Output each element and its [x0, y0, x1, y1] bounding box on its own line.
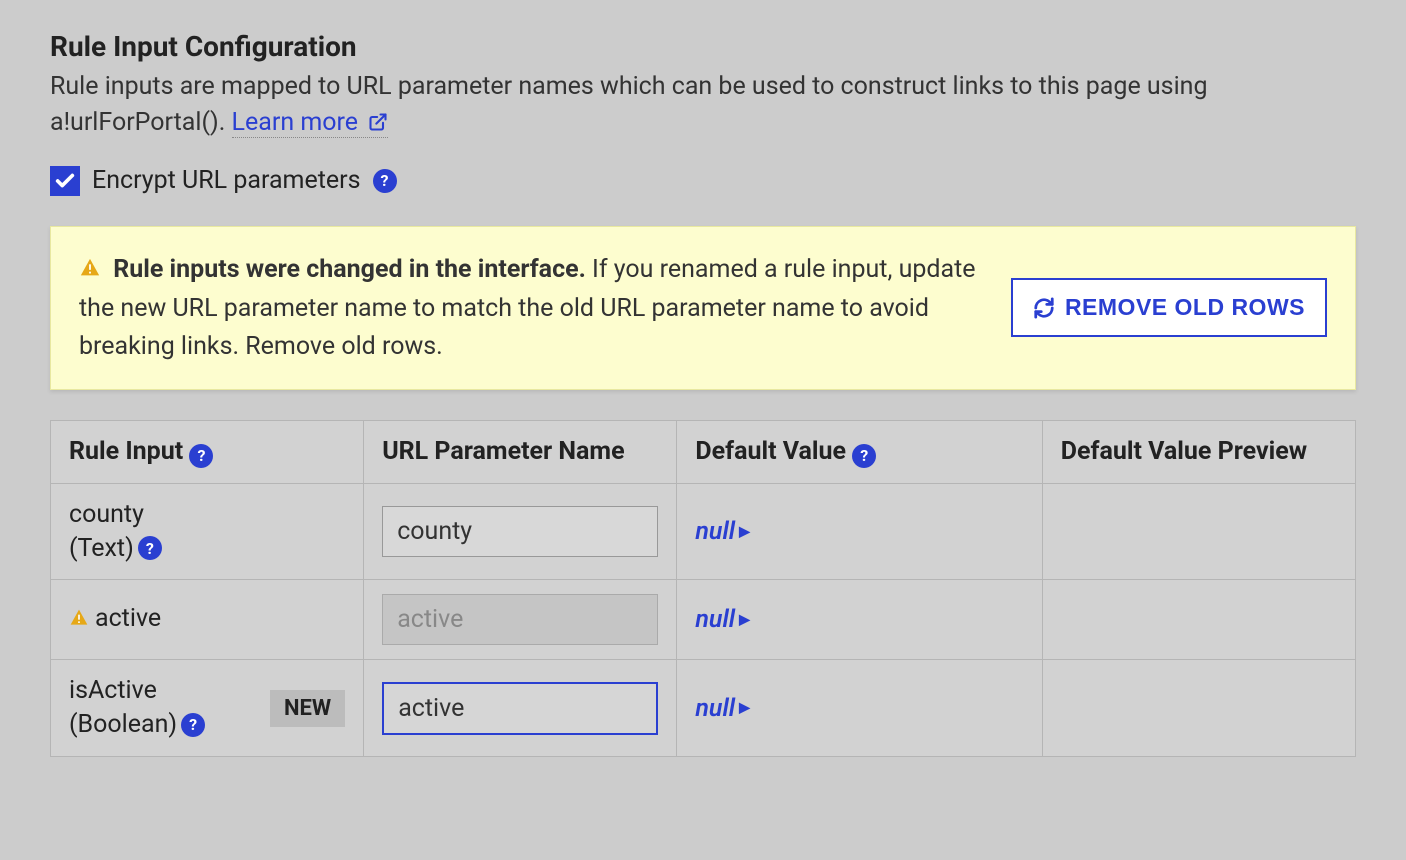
- rule-input-name-text: isActive: [69, 676, 157, 705]
- header-url-param: URL Parameter Name: [364, 421, 677, 484]
- table-row: active null▶: [51, 580, 1356, 660]
- rule-input-main: county (Text)?: [69, 498, 162, 566]
- rule-input-help-icon[interactable]: ?: [189, 444, 213, 468]
- banner-strong: Rule inputs were changed in the interfac…: [113, 255, 586, 284]
- panel-title: Rule Input Configuration: [50, 30, 1356, 63]
- default-value-cell: null▶: [677, 580, 1042, 660]
- encrypt-checkbox-label: Encrypt URL parameters: [92, 166, 361, 195]
- rule-input-help-icon[interactable]: ?: [181, 713, 205, 737]
- external-link-icon: [368, 112, 388, 132]
- rule-input-name: isActive: [69, 674, 205, 708]
- table-row: isActive (Boolean)? NEW null▶: [51, 660, 1356, 757]
- rule-input-main: isActive (Boolean)?: [69, 674, 205, 742]
- header-default-value-label: Default Value: [695, 437, 846, 466]
- url-param-cell: [364, 483, 677, 580]
- rule-input-name-text: county: [69, 500, 144, 529]
- rule-input-name: active: [69, 602, 161, 638]
- default-value-text: null: [695, 605, 735, 634]
- learn-more-link[interactable]: Learn more: [232, 108, 389, 138]
- default-value-help-icon[interactable]: ?: [852, 444, 876, 468]
- learn-more-label: Learn more: [232, 108, 358, 137]
- header-default-value: Default Value ?: [677, 421, 1042, 484]
- remove-button-label: REMOVE OLD ROWS: [1065, 294, 1305, 321]
- default-preview-cell: [1042, 483, 1355, 580]
- chevron-right-icon: ▶: [739, 612, 750, 628]
- chevron-right-icon: ▶: [739, 700, 750, 716]
- header-rule-input: Rule Input ?: [51, 421, 364, 484]
- encrypt-checkbox-row: Encrypt URL parameters ?: [50, 166, 1356, 196]
- header-default-preview: Default Value Preview: [1042, 421, 1355, 484]
- default-value-text: null: [695, 517, 735, 546]
- rule-input-cell-inner: isActive (Boolean)? NEW: [69, 674, 345, 742]
- url-param-cell: [364, 660, 677, 757]
- refresh-icon: [1033, 297, 1055, 319]
- rule-input-type: (Text)?: [69, 532, 162, 566]
- default-preview-cell: [1042, 660, 1355, 757]
- default-preview-cell: [1042, 580, 1355, 660]
- warning-icon: [69, 604, 89, 638]
- warning-icon: [79, 253, 101, 291]
- url-param-cell: [364, 580, 677, 660]
- default-value-link[interactable]: null▶: [695, 517, 749, 546]
- default-value-cell: null▶: [677, 660, 1042, 757]
- checkmark-icon: [54, 170, 76, 192]
- url-param-input[interactable]: [382, 682, 658, 735]
- table-row: county (Text)? null▶: [51, 483, 1356, 580]
- warning-banner: Rule inputs were changed in the interfac…: [50, 226, 1356, 391]
- default-value-text: null: [695, 694, 735, 723]
- rule-input-table: Rule Input ? URL Parameter Name Default …: [50, 420, 1356, 757]
- banner-text: Rule inputs were changed in the interfac…: [79, 251, 987, 366]
- rule-input-cell-inner: active: [69, 602, 345, 638]
- rule-input-cell: isActive (Boolean)? NEW: [51, 660, 364, 757]
- rule-input-cell: active: [51, 580, 364, 660]
- default-value-cell: null▶: [677, 483, 1042, 580]
- url-param-input: [382, 594, 658, 645]
- rule-input-name: county: [69, 498, 162, 532]
- rule-input-type: (Boolean)?: [69, 708, 205, 742]
- header-rule-input-label: Rule Input: [69, 437, 183, 466]
- table-header-row: Rule Input ? URL Parameter Name Default …: [51, 421, 1356, 484]
- rule-input-help-icon[interactable]: ?: [138, 536, 162, 560]
- rule-input-cell-inner: county (Text)?: [69, 498, 345, 566]
- rule-input-type-text: (Boolean): [69, 708, 177, 742]
- rule-input-main: active: [69, 602, 161, 638]
- panel-description: Rule inputs are mapped to URL parameter …: [50, 69, 1356, 142]
- rule-input-name-text: active: [95, 604, 161, 633]
- rule-input-config-panel: Rule Input Configuration Rule inputs are…: [0, 0, 1406, 787]
- encrypt-help-icon[interactable]: ?: [373, 169, 397, 193]
- url-param-input[interactable]: [382, 506, 658, 557]
- new-badge: NEW: [270, 690, 345, 727]
- description-text: Rule inputs are mapped to URL parameter …: [50, 72, 1208, 137]
- default-value-link[interactable]: null▶: [695, 605, 749, 634]
- rule-input-type-text: (Text): [69, 532, 134, 566]
- encrypt-checkbox[interactable]: [50, 166, 80, 196]
- chevron-right-icon: ▶: [739, 524, 750, 540]
- rule-input-cell: county (Text)?: [51, 483, 364, 580]
- default-value-link[interactable]: null▶: [695, 694, 749, 723]
- remove-old-rows-button[interactable]: REMOVE OLD ROWS: [1011, 278, 1327, 337]
